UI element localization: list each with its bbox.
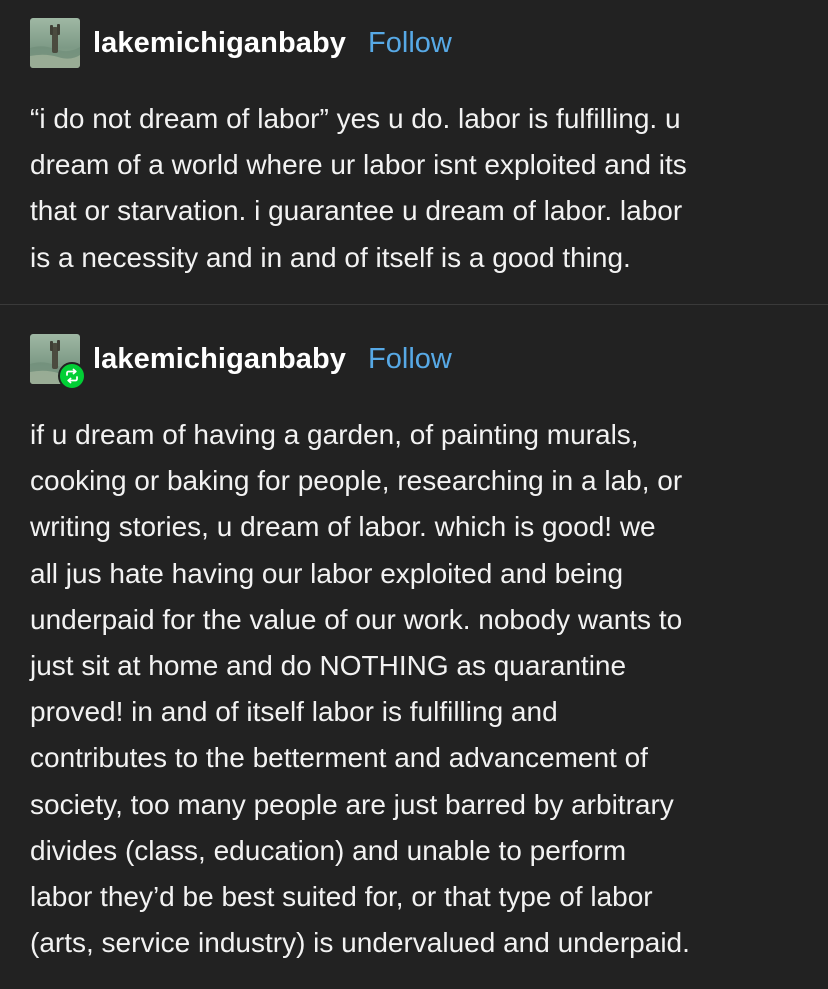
post-text-line: underpaid for the value of our work. nob… (30, 603, 683, 635)
username[interactable]: lakemichiganbaby (93, 343, 346, 376)
post-text-line: (arts, service industry) is undervalued … (30, 927, 690, 959)
post-header: lakemichiganbaby Follow (30, 334, 452, 390)
avatar[interactable] (30, 334, 86, 390)
post-text-line: all jus hate having our labor exploited … (30, 557, 624, 589)
post-text-line: “i do not dream of labor” yes u do. labo… (30, 103, 681, 134)
post-text-line: if u dream of having a garden, of painti… (30, 419, 639, 450)
post-text-line: labor they’d be best suited for, or that… (30, 881, 653, 913)
username[interactable]: lakemichiganbaby (93, 27, 346, 60)
post-body: if u dream of having a garden, of painti… (30, 412, 805, 966)
reblog-icon (58, 362, 86, 390)
post-header: lakemichiganbaby Follow (30, 18, 452, 68)
follow-button[interactable]: Follow (368, 27, 452, 60)
post-text-line: writing stories, u dream of labor. which… (30, 511, 656, 543)
lake-avatar-icon (30, 18, 80, 68)
post-text-line: contributes to the betterment and advanc… (30, 742, 648, 774)
post-body: “i do not dream of labor” yes u do. labo… (30, 96, 805, 281)
post-text-line: society, too many people are just barred… (30, 788, 674, 820)
post-text-line: just sit at home and do NOTHING as quara… (30, 650, 627, 682)
post-text-line: proved! in and of itself labor is fulfil… (30, 696, 558, 728)
post-text-line: cooking or baking for people, researchin… (30, 465, 683, 497)
post-text-line: dream of a world where ur labor isnt exp… (30, 149, 687, 181)
avatar[interactable] (30, 18, 80, 68)
post-text-line: divides (class, education) and unable to… (30, 834, 627, 866)
post-original: lakemichiganbaby Follow “i do not dream … (0, 0, 828, 304)
post-text-line: that or starvation. i guarantee u dream … (30, 195, 683, 227)
follow-button[interactable]: Follow (368, 343, 452, 376)
post-reblog: lakemichiganbaby Follow if u dream of ha… (0, 305, 828, 989)
post-text-line: is a necessity and in and of itself is a… (30, 241, 631, 273)
